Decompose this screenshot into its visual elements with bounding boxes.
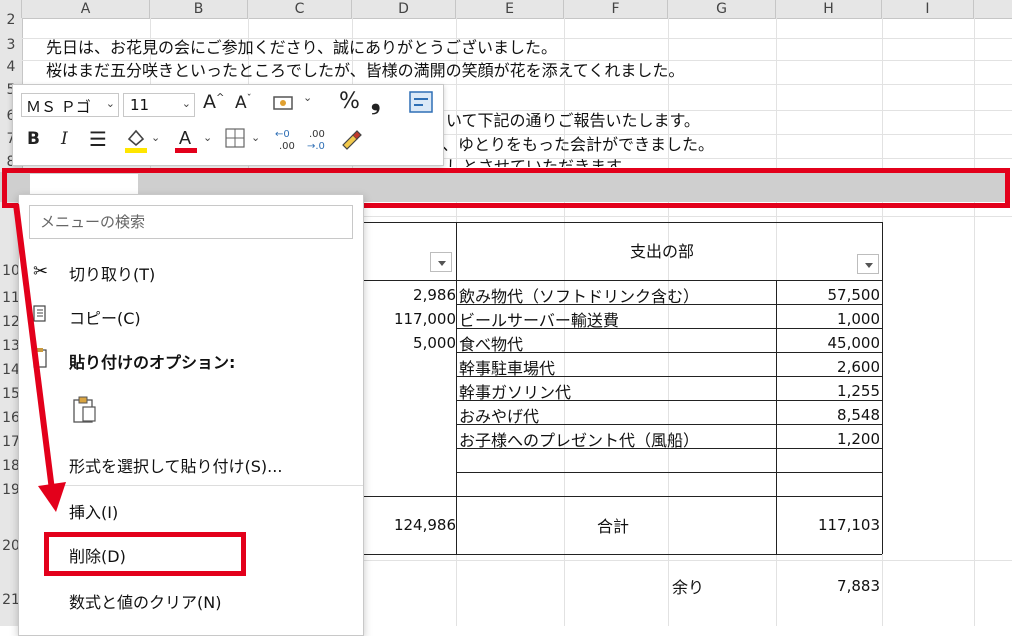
red-arrow-annotation	[13, 203, 66, 512]
